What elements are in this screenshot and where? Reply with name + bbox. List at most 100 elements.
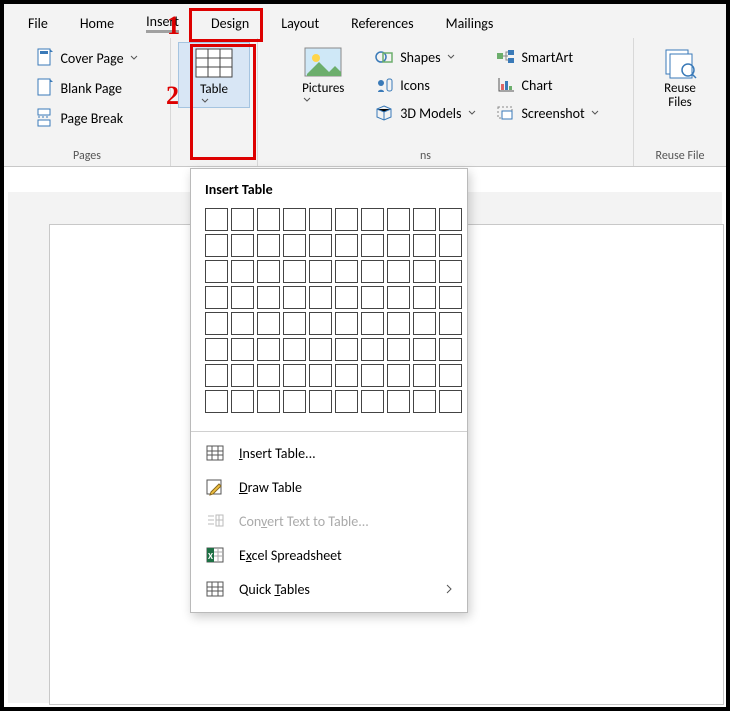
chart-button[interactable]: Chart	[492, 74, 603, 96]
grid-cell[interactable]	[257, 364, 280, 387]
tab-references[interactable]: References	[335, 11, 429, 36]
screenshot-button[interactable]: Screenshot	[492, 102, 603, 124]
grid-cell[interactable]	[361, 364, 384, 387]
grid-cell[interactable]	[309, 390, 332, 413]
tab-file[interactable]: File	[12, 11, 64, 36]
grid-cell[interactable]	[309, 286, 332, 309]
grid-cell[interactable]	[439, 338, 462, 361]
grid-cell[interactable]	[205, 338, 228, 361]
grid-cell[interactable]	[231, 312, 254, 335]
grid-cell[interactable]	[231, 390, 254, 413]
grid-cell[interactable]	[387, 260, 410, 283]
page-break-button[interactable]: Page Break	[32, 106, 141, 130]
grid-cell[interactable]	[231, 208, 254, 231]
grid-cell[interactable]	[439, 312, 462, 335]
grid-cell[interactable]	[387, 286, 410, 309]
grid-cell[interactable]	[309, 260, 332, 283]
menu-quick-tables[interactable]: Quick Tables	[191, 572, 467, 606]
grid-cell[interactable]	[335, 312, 358, 335]
grid-cell[interactable]	[361, 338, 384, 361]
3d-models-button[interactable]: 3D Models	[370, 102, 479, 124]
grid-cell[interactable]	[205, 390, 228, 413]
grid-cell[interactable]	[361, 312, 384, 335]
grid-cell[interactable]	[439, 286, 462, 309]
menu-excel-spreadsheet[interactable]: X Excel Spreadsheet	[191, 538, 467, 572]
grid-cell[interactable]	[231, 338, 254, 361]
grid-cell[interactable]	[309, 234, 332, 257]
grid-cell[interactable]	[231, 260, 254, 283]
grid-cell[interactable]	[309, 208, 332, 231]
grid-cell[interactable]	[413, 286, 436, 309]
grid-cell[interactable]	[257, 260, 280, 283]
grid-cell[interactable]	[283, 364, 306, 387]
grid-cell[interactable]	[387, 234, 410, 257]
grid-cell[interactable]	[413, 234, 436, 257]
reuse-files-button[interactable]: Reuse Files	[645, 42, 715, 113]
cover-page-button[interactable]: Cover Page	[32, 46, 141, 70]
icons-button[interactable]: Icons	[370, 74, 479, 96]
grid-cell[interactable]	[413, 260, 436, 283]
grid-cell[interactable]	[387, 390, 410, 413]
grid-cell[interactable]	[413, 364, 436, 387]
grid-cell[interactable]	[257, 312, 280, 335]
grid-cell[interactable]	[205, 364, 228, 387]
grid-cell[interactable]	[283, 260, 306, 283]
grid-cell[interactable]	[205, 234, 228, 257]
grid-cell[interactable]	[413, 338, 436, 361]
grid-cell[interactable]	[309, 312, 332, 335]
grid-cell[interactable]	[439, 208, 462, 231]
grid-cell[interactable]	[309, 338, 332, 361]
grid-cell[interactable]	[335, 338, 358, 361]
grid-cell[interactable]	[335, 390, 358, 413]
tab-mailings[interactable]: Mailings	[430, 11, 510, 36]
menu-insert-table[interactable]: Insert Table...	[191, 436, 467, 470]
menu-draw-table[interactable]: Draw Table	[191, 470, 467, 504]
grid-cell[interactable]	[335, 208, 358, 231]
grid-cell[interactable]	[335, 364, 358, 387]
smartart-button[interactable]: SmartArt	[492, 46, 603, 68]
grid-cell[interactable]	[283, 390, 306, 413]
pictures-button[interactable]: Pictures	[288, 42, 358, 106]
grid-cell[interactable]	[283, 208, 306, 231]
grid-cell[interactable]	[231, 286, 254, 309]
grid-cell[interactable]	[413, 312, 436, 335]
grid-cell[interactable]	[205, 260, 228, 283]
grid-cell[interactable]	[257, 338, 280, 361]
grid-cell[interactable]	[361, 234, 384, 257]
grid-cell[interactable]	[439, 364, 462, 387]
grid-cell[interactable]	[361, 260, 384, 283]
grid-cell[interactable]	[361, 286, 384, 309]
grid-cell[interactable]	[361, 208, 384, 231]
grid-cell[interactable]	[387, 208, 410, 231]
grid-cell[interactable]	[257, 390, 280, 413]
grid-cell[interactable]	[361, 390, 384, 413]
grid-cell[interactable]	[335, 260, 358, 283]
grid-cell[interactable]	[205, 208, 228, 231]
grid-cell[interactable]	[231, 234, 254, 257]
grid-cell[interactable]	[283, 338, 306, 361]
grid-cell[interactable]	[413, 208, 436, 231]
grid-cell[interactable]	[257, 208, 280, 231]
tab-layout[interactable]: Layout	[265, 11, 335, 36]
grid-cell[interactable]	[283, 312, 306, 335]
grid-cell[interactable]	[387, 312, 410, 335]
grid-cell[interactable]	[387, 338, 410, 361]
grid-cell[interactable]	[283, 286, 306, 309]
grid-cell[interactable]	[283, 234, 306, 257]
grid-cell[interactable]	[439, 260, 462, 283]
grid-cell[interactable]	[335, 234, 358, 257]
blank-page-button[interactable]: Blank Page	[32, 76, 141, 100]
shapes-button[interactable]: Shapes	[370, 46, 479, 68]
grid-cell[interactable]	[387, 364, 410, 387]
tab-home[interactable]: Home	[64, 11, 130, 36]
grid-cell[interactable]	[257, 234, 280, 257]
grid-cell[interactable]	[257, 286, 280, 309]
tab-insert[interactable]: Insert	[130, 9, 195, 37]
grid-cell[interactable]	[439, 234, 462, 257]
grid-cell[interactable]	[413, 390, 436, 413]
table-size-grid[interactable]	[191, 208, 467, 427]
grid-cell[interactable]	[335, 286, 358, 309]
grid-cell[interactable]	[231, 364, 254, 387]
grid-cell[interactable]	[439, 390, 462, 413]
grid-cell[interactable]	[205, 286, 228, 309]
